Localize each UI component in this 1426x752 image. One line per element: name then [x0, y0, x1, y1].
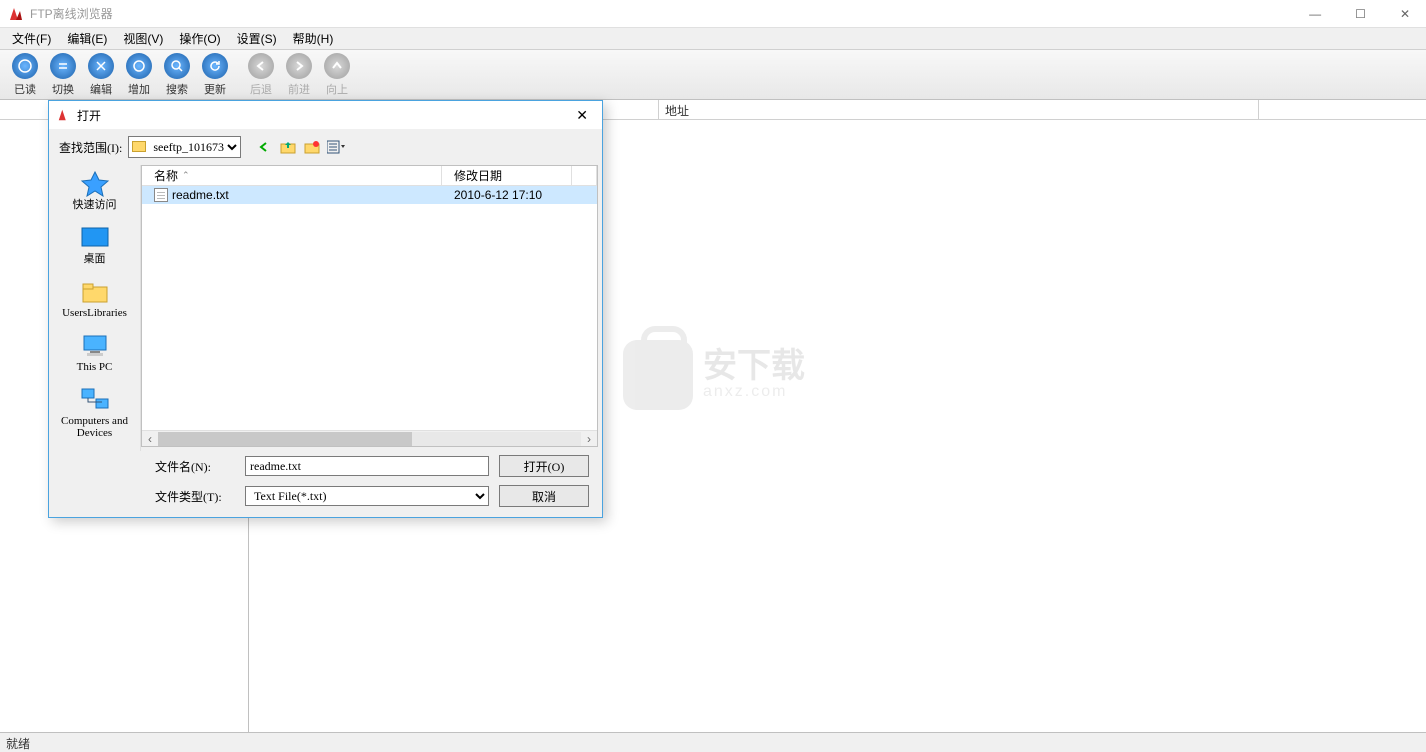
file-row[interactable]: readme.txt 2010-6-12 17:10 [142, 186, 597, 204]
file-rows[interactable]: readme.txt 2010-6-12 17:10 [142, 186, 597, 430]
dialog-title: 打开 [77, 107, 570, 124]
scroll-right-icon[interactable]: › [581, 432, 597, 446]
menu-settings[interactable]: 设置(S) [229, 28, 285, 49]
nav-up-icon[interactable] [279, 138, 297, 156]
lookin-row: 查找范围(I): seeftp_101673 [49, 129, 602, 165]
libraries-icon [80, 279, 110, 305]
desktop-icon [80, 225, 110, 251]
network-icon [80, 387, 110, 413]
dialog-titlebar: 打开 ✕ [49, 101, 602, 129]
window-title: FTP离线浏览器 [30, 5, 1301, 22]
menu-operate[interactable]: 操作(O) [171, 28, 228, 49]
places-bar: 快速访问 桌面 UsersLibraries This PC Computers… [49, 165, 141, 451]
col-address[interactable]: 地址 [659, 100, 1259, 119]
nav-back-icon[interactable] [255, 138, 273, 156]
star-icon [80, 171, 110, 197]
folder-icon [132, 141, 146, 152]
file-date: 2010-6-12 17:10 [442, 188, 582, 202]
dialog-body: 查找范围(I): seeftp_101673 快速访问 [49, 129, 602, 517]
menu-view[interactable]: 视图(V) [115, 28, 171, 49]
status-text: 就绪 [6, 737, 30, 751]
header-more[interactable] [572, 166, 597, 185]
tool-read[interactable]: 已读 [6, 53, 44, 97]
tool-edit[interactable]: 编辑 [82, 53, 120, 97]
place-desktop[interactable]: 桌面 [50, 225, 140, 265]
file-list: 名称⌃ 修改日期 readme.txt 2010-6-12 17:10 ‹ › [141, 165, 598, 447]
dialog-bottom: 文件名(N): 打开(O) 文件类型(T): Text File(*.txt) … [49, 451, 602, 517]
tool-switch[interactable]: 切换 [44, 53, 82, 97]
open-button[interactable]: 打开(O) [499, 455, 589, 477]
header-date[interactable]: 修改日期 [442, 166, 572, 185]
statusbar: 就绪 [0, 732, 1426, 752]
place-quickaccess[interactable]: 快速访问 [50, 171, 140, 211]
thispc-icon [80, 333, 110, 359]
place-libraries[interactable]: UsersLibraries [50, 279, 140, 319]
titlebar: FTP离线浏览器 — ☐ ✕ [0, 0, 1426, 28]
open-dialog: 打开 ✕ 查找范围(I): seeftp_101673 快速 [48, 100, 603, 518]
tool-search[interactable]: 搜索 [158, 53, 196, 97]
scroll-thumb[interactable] [158, 432, 412, 446]
filetype-label: 文件类型(T): [155, 488, 235, 505]
dialog-close-icon[interactable]: ✕ [570, 107, 594, 124]
tool-forward[interactable]: 前进 [280, 53, 318, 97]
file-name: readme.txt [172, 188, 229, 202]
tool-add[interactable]: 增加 [120, 53, 158, 97]
filename-input[interactable] [245, 456, 489, 476]
header-name[interactable]: 名称⌃ [142, 166, 442, 185]
maximize-button[interactable]: ☐ [1347, 7, 1374, 21]
minimize-button[interactable]: — [1301, 7, 1329, 21]
tool-up[interactable]: 向上 [318, 53, 356, 97]
close-button[interactable]: ✕ [1392, 7, 1418, 21]
dialog-main: 快速访问 桌面 UsersLibraries This PC Computers… [49, 165, 602, 451]
file-icon [154, 188, 168, 202]
toolbar: 已读 切换 编辑 增加 搜索 更新 后退 前进 向上 [0, 50, 1426, 100]
place-thispc[interactable]: This PC [50, 333, 140, 373]
window-controls: — ☐ ✕ [1301, 7, 1418, 21]
filetype-dropdown[interactable]: Text File(*.txt) [245, 486, 489, 506]
scroll-left-icon[interactable]: ‹ [142, 432, 158, 446]
filename-label: 文件名(N): [155, 458, 235, 475]
horizontal-scrollbar[interactable]: ‹ › [142, 430, 597, 446]
tool-refresh[interactable]: 更新 [196, 53, 234, 97]
app-icon [8, 6, 24, 22]
scroll-track[interactable] [158, 432, 581, 446]
place-network[interactable]: Computers and Devices [50, 387, 140, 439]
menu-help[interactable]: 帮助(H) [285, 28, 342, 49]
dialog-nav-icons [255, 138, 345, 156]
menu-edit[interactable]: 编辑(E) [59, 28, 115, 49]
nav-newfolder-icon[interactable] [303, 138, 321, 156]
file-list-header: 名称⌃ 修改日期 [142, 166, 597, 186]
nav-viewmenu-icon[interactable] [327, 138, 345, 156]
cancel-button[interactable]: 取消 [499, 485, 589, 507]
menu-file[interactable]: 文件(F) [4, 28, 59, 49]
dialog-app-icon [57, 108, 71, 122]
menubar: 文件(F) 编辑(E) 视图(V) 操作(O) 设置(S) 帮助(H) [0, 28, 1426, 50]
lookin-label: 查找范围(I): [59, 139, 122, 156]
tool-back[interactable]: 后退 [242, 53, 280, 97]
